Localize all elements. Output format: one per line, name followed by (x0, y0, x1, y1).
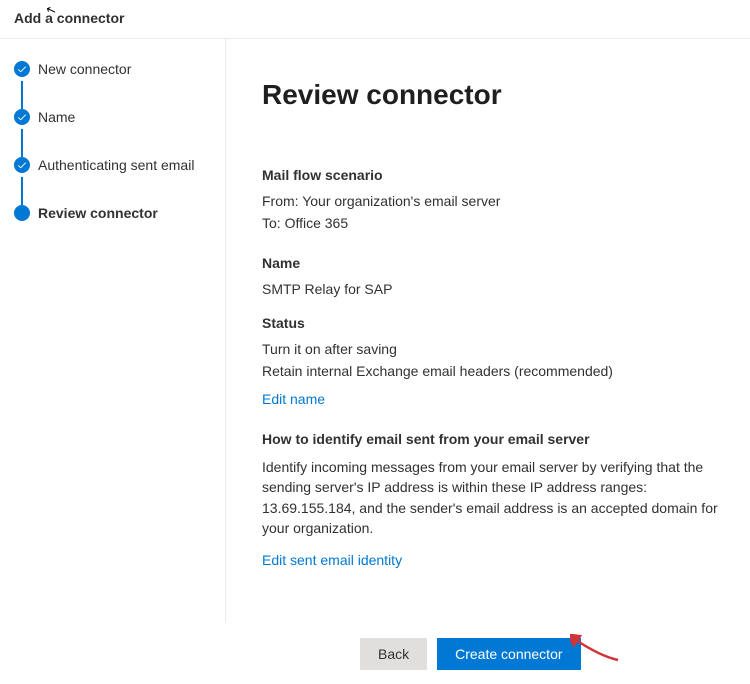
status-line2: Retain internal Exchange email headers (… (262, 363, 722, 379)
step-label: Review connector (38, 205, 158, 221)
name-heading: Name (262, 255, 722, 271)
step-authenticating[interactable]: Authenticating sent email (14, 157, 211, 173)
step-label: Name (38, 109, 75, 125)
identify-section: How to identify email sent from your ema… (262, 431, 722, 568)
page-title: Review connector (262, 79, 722, 111)
check-icon (14, 157, 30, 173)
identify-heading: How to identify email sent from your ema… (262, 431, 722, 447)
status-line1: Turn it on after saving (262, 341, 722, 357)
check-icon (14, 109, 30, 125)
edit-identity-link[interactable]: Edit sent email identity (262, 552, 402, 568)
panel-title: Add a connector (0, 0, 750, 39)
check-icon (14, 61, 30, 77)
step-label: Authenticating sent email (38, 157, 194, 173)
edit-name-link[interactable]: Edit name (262, 391, 325, 407)
step-name[interactable]: Name (14, 109, 211, 125)
mail-flow-to: To: Office 365 (262, 215, 722, 231)
status-section: Status Turn it on after saving Retain in… (262, 315, 722, 407)
current-step-icon (14, 205, 30, 221)
create-connector-button[interactable]: Create connector (437, 638, 580, 670)
main-content: Review connector Mail flow scenario From… (226, 39, 750, 623)
back-button[interactable]: Back (360, 638, 427, 670)
step-review[interactable]: Review connector (14, 205, 211, 221)
identify-body: Identify incoming messages from your ema… (262, 457, 722, 538)
name-section: Name SMTP Relay for SAP (262, 255, 722, 297)
mail-flow-section: Mail flow scenario From: Your organizati… (262, 167, 722, 231)
mail-flow-from: From: Your organization's email server (262, 193, 722, 209)
step-label: New connector (38, 61, 131, 77)
status-heading: Status (262, 315, 722, 331)
step-new-connector[interactable]: New connector (14, 61, 211, 77)
mail-flow-heading: Mail flow scenario (262, 167, 722, 183)
footer: Back Create connector (0, 624, 750, 684)
wizard-steps: New connector Name Authenticating sent e… (0, 39, 226, 623)
name-value: SMTP Relay for SAP (262, 281, 722, 297)
